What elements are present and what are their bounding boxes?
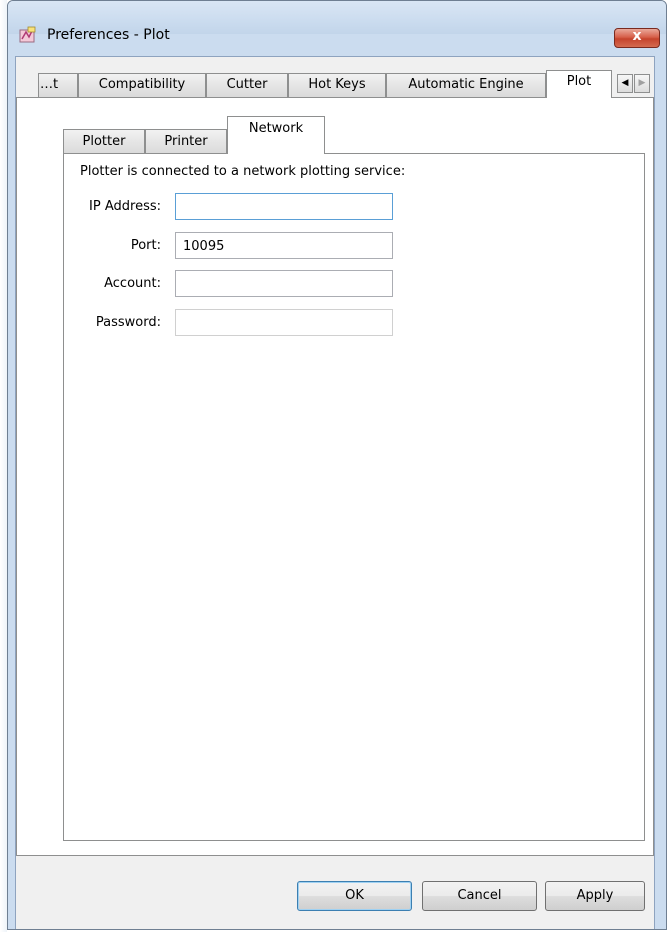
tab-network[interactable]: Network [227, 116, 325, 154]
tab-printer[interactable]: Printer [145, 129, 227, 154]
apply-button[interactable]: Apply [545, 881, 645, 911]
account-label: Account: [104, 276, 161, 291]
tab-label: Printer [164, 134, 208, 149]
outer-tab-strip: …t Compatibility Cutter Hot Keys Automat… [16, 70, 656, 98]
close-icon: x [632, 28, 642, 44]
close-button[interactable]: x [614, 28, 660, 48]
tab-label: …t [40, 77, 59, 92]
tab-compatibility[interactable]: Compatibility [78, 73, 206, 97]
tab-label: Plot [566, 74, 592, 89]
tab-label: Compatibility [98, 77, 186, 92]
desktop-edge [0, 0, 7, 932]
tab-partial-left[interactable]: …t [38, 73, 78, 97]
scroll-right-icon[interactable]: ▶ [634, 74, 650, 93]
window-title: Preferences - Plot [47, 27, 170, 43]
tab-automatic-engine[interactable]: Automatic Engine [386, 73, 546, 97]
tab-hot-keys[interactable]: Hot Keys [288, 73, 386, 97]
tab-label: Cutter [226, 77, 268, 92]
password-label: Password: [95, 315, 161, 330]
port-input[interactable]: 10095 [175, 232, 393, 259]
port-label: Port: [130, 238, 161, 253]
tab-label: Network [248, 121, 304, 136]
tab-scroll-arrows: ◀ ▶ [617, 74, 651, 94]
app-icon [19, 26, 36, 43]
tab-label: Automatic Engine [408, 77, 524, 92]
tab-plotter[interactable]: Plotter [63, 129, 145, 154]
dialog-client-area: …t Compatibility Cutter Hot Keys Automat… [15, 56, 656, 929]
cancel-button[interactable]: Cancel [422, 881, 537, 911]
network-panel: Plotter is connected to a network plotti… [63, 153, 645, 841]
account-input[interactable] [175, 270, 393, 297]
scroll-left-icon[interactable]: ◀ [617, 74, 633, 93]
tab-label: Plotter [82, 134, 126, 149]
password-input[interactable] [175, 309, 393, 336]
preferences-window: Preferences - Plot x …t Compatibility Cu… [7, 0, 667, 930]
ip-address-label: IP Address: [89, 199, 161, 214]
tab-label: Hot Keys [308, 77, 366, 92]
ip-address-input[interactable] [175, 193, 393, 220]
tab-plot[interactable]: Plot [546, 70, 612, 98]
network-description: Plotter is connected to a network plotti… [80, 164, 406, 179]
tab-cutter[interactable]: Cutter [206, 73, 288, 97]
ok-button[interactable]: OK [297, 881, 412, 911]
